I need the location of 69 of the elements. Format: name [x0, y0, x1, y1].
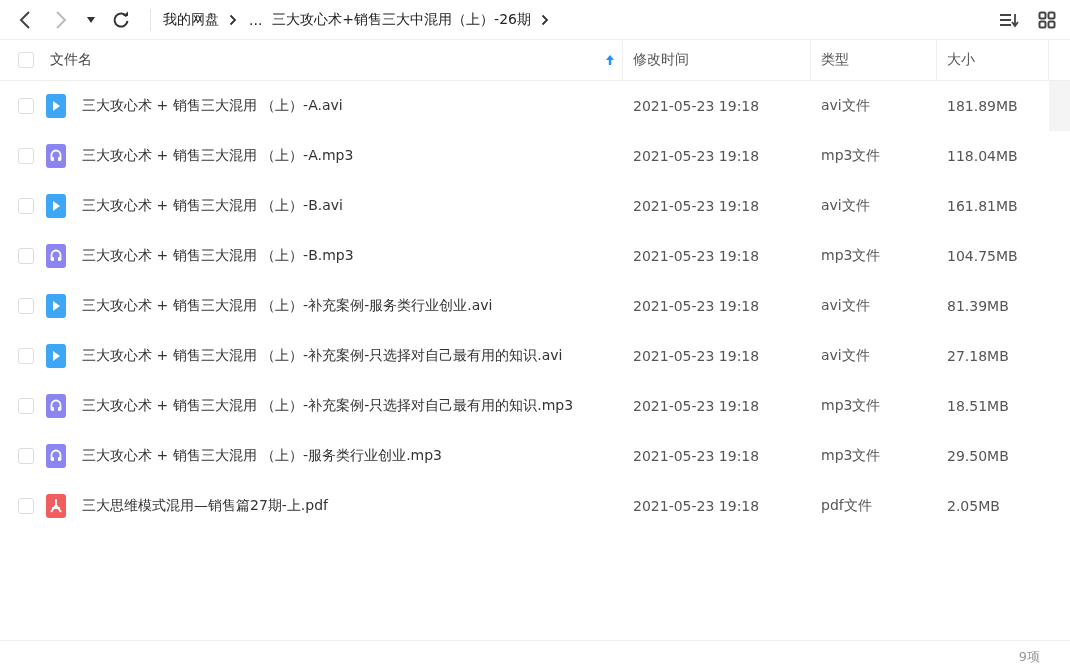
- file-size: 29.50MB: [947, 448, 1009, 464]
- modified-time: 2021-05-23 19:18: [633, 198, 760, 214]
- file-size: 104.75MB: [947, 248, 1018, 264]
- video-file-icon: [46, 194, 66, 218]
- modified-time: 2021-05-23 19:18: [633, 248, 760, 264]
- file-type: mp3文件: [821, 447, 881, 463]
- modified-time: 2021-05-23 19:18: [633, 298, 760, 314]
- file-size: 161.81MB: [947, 198, 1018, 214]
- row-checkbox[interactable]: [18, 148, 34, 164]
- audio-file-icon: [46, 394, 66, 418]
- chevron-right-icon: [229, 13, 237, 26]
- file-size: 181.89MB: [947, 98, 1018, 114]
- chevron-right-icon[interactable]: [54, 10, 68, 29]
- file-name[interactable]: 三大攻心术 + 销售三大混用 （上）-补充案例-服务类行业创业.avi: [82, 297, 493, 315]
- breadcrumb-link[interactable]: 我的网盘: [163, 10, 219, 29]
- video-file-icon: [46, 344, 66, 368]
- file-size: 81.39MB: [947, 298, 1009, 314]
- column-header[interactable]: 类型: [821, 51, 849, 69]
- file-size: 2.05MB: [947, 498, 1000, 514]
- file-name[interactable]: 三大攻心术 + 销售三大混用 （上）-B.avi: [82, 197, 343, 215]
- file-name[interactable]: 三大攻心术 + 销售三大混用 （上）-补充案例-只选择对自己最有用的知识.mp3: [82, 397, 574, 415]
- modified-time: 2021-05-23 19:18: [633, 348, 760, 364]
- audio-file-icon: [46, 244, 66, 268]
- row-checkbox[interactable]: [18, 448, 34, 464]
- file-type: avi文件: [821, 297, 870, 313]
- modified-time: 2021-05-23 19:18: [633, 98, 760, 114]
- breadcrumb-link[interactable]: ...: [249, 11, 263, 28]
- file-type: mp3文件: [821, 147, 881, 163]
- file-type: avi文件: [821, 347, 870, 363]
- file-name[interactable]: 三大思维模式混用—销售篇27期-上.pdf: [82, 497, 329, 515]
- row-checkbox[interactable]: [18, 298, 34, 314]
- caret-down-icon[interactable]: [86, 15, 96, 24]
- chevron-left-icon[interactable]: [18, 10, 32, 29]
- file-name[interactable]: 三大攻心术 + 销售三大混用 （上）-补充案例-只选择对自己最有用的知识.avi: [82, 347, 563, 365]
- file-type: mp3文件: [821, 247, 881, 263]
- row-checkbox[interactable]: [18, 498, 34, 514]
- row-checkbox[interactable]: [18, 398, 34, 414]
- modified-time: 2021-05-23 19:18: [633, 498, 760, 514]
- file-size: 27.18MB: [947, 348, 1009, 364]
- column-header[interactable]: 修改时间: [633, 51, 689, 69]
- column-header[interactable]: 文件名: [50, 51, 92, 69]
- audio-file-icon: [46, 144, 66, 168]
- row-checkbox[interactable]: [18, 98, 34, 114]
- sort-ascending-icon: [606, 54, 614, 66]
- file-size: 118.04MB: [947, 148, 1018, 164]
- file-name[interactable]: 三大攻心术 + 销售三大混用 （上）-服务类行业创业.mp3: [82, 447, 442, 465]
- file-name[interactable]: 三大攻心术 + 销售三大混用 （上）-A.mp3: [82, 147, 354, 165]
- file-name[interactable]: 三大攻心术 + 销售三大混用 （上）-B.mp3: [82, 247, 354, 265]
- audio-file-icon: [46, 444, 66, 468]
- file-type: avi文件: [821, 197, 870, 213]
- modified-time: 2021-05-23 19:18: [633, 398, 760, 414]
- file-type: mp3文件: [821, 397, 881, 413]
- file-name[interactable]: 三大攻心术 + 销售三大混用 （上）-A.avi: [82, 97, 343, 115]
- chevron-right-icon: [540, 13, 549, 26]
- video-file-icon: [46, 94, 66, 118]
- row-checkbox[interactable]: [18, 348, 34, 364]
- item-count: 9项: [1018, 647, 1040, 666]
- pdf-file-icon: [46, 494, 66, 518]
- video-file-icon: [46, 294, 66, 318]
- file-size: 18.51MB: [947, 398, 1009, 414]
- column-header[interactable]: 大小: [947, 51, 975, 69]
- row-checkbox[interactable]: [18, 248, 34, 264]
- modified-time: 2021-05-23 19:18: [633, 148, 760, 164]
- breadcrumb-link[interactable]: 三大攻心术+销售三大中混用（上）-26期: [272, 10, 531, 29]
- modified-time: 2021-05-23 19:18: [633, 448, 760, 464]
- row-checkbox[interactable]: [18, 198, 34, 214]
- file-type: pdf文件: [821, 497, 872, 513]
- select-all-checkbox[interactable]: [18, 52, 34, 68]
- file-type: avi文件: [821, 97, 870, 113]
